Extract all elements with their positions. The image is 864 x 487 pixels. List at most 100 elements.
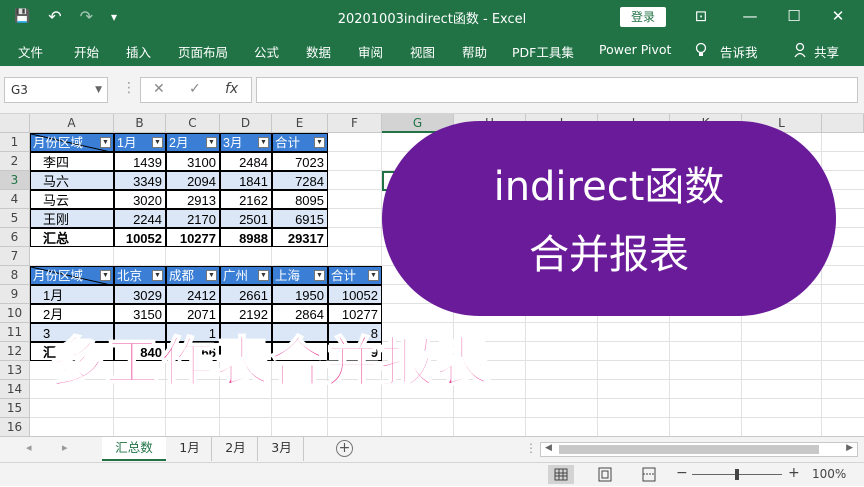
- row-header-1[interactable]: 1: [0, 133, 30, 152]
- table1-cell[interactable]: 3349: [114, 171, 166, 190]
- filter-dropdown-icon[interactable]: ▼: [258, 137, 269, 148]
- chevron-down-icon[interactable]: ▼: [95, 78, 102, 102]
- page-break-view-button[interactable]: [636, 465, 662, 484]
- tab-formulas[interactable]: 公式: [254, 42, 279, 61]
- cancel-icon[interactable]: ✕: [153, 81, 165, 97]
- scrollbar-thumb[interactable]: [559, 445, 819, 454]
- zoom-level[interactable]: 100%: [812, 467, 846, 481]
- tab-pdf-tools[interactable]: PDF工具集: [512, 42, 574, 61]
- tab-power-pivot[interactable]: Power Pivot: [599, 42, 671, 57]
- table2-header-cell[interactable]: 北京 ▼: [114, 266, 166, 285]
- filter-dropdown-icon[interactable]: ▼: [206, 137, 217, 148]
- lightbulb-icon[interactable]: [695, 42, 707, 61]
- table1-cell[interactable]: 李四: [30, 152, 114, 171]
- row-header-2[interactable]: 2: [0, 152, 30, 171]
- zoom-in-button[interactable]: +: [788, 465, 800, 481]
- close-button[interactable]: ✕: [823, 5, 853, 27]
- table1-cell[interactable]: 10052: [114, 228, 166, 247]
- table2-cell[interactable]: 1月: [30, 285, 114, 304]
- table1-cell[interactable]: 马六: [30, 171, 114, 190]
- table1-cell[interactable]: 2913: [166, 190, 220, 209]
- table1-cell[interactable]: 2170: [166, 209, 220, 228]
- col-header-a[interactable]: A: [30, 114, 114, 133]
- table2-header-cell[interactable]: 合计 ▼: [328, 266, 382, 285]
- sheet-tab-mar[interactable]: 3月: [260, 437, 304, 461]
- name-box[interactable]: G3 ▼: [4, 77, 108, 103]
- table1-cell[interactable]: 10277: [166, 228, 220, 247]
- table2-header-cell[interactable]: 上海 ▼: [272, 266, 328, 285]
- table1-cell[interactable]: 马云: [30, 190, 114, 209]
- filter-dropdown-icon[interactable]: ▼: [368, 270, 379, 281]
- tab-review[interactable]: 审阅: [358, 42, 383, 61]
- col-header-d[interactable]: D: [220, 114, 272, 133]
- zoom-out-button[interactable]: −: [676, 465, 688, 481]
- table1-cell[interactable]: 29317: [272, 228, 328, 247]
- tab-page-layout[interactable]: 页面布局: [178, 42, 228, 61]
- next-sheet-icon[interactable]: ▸: [62, 441, 68, 454]
- more-icon[interactable]: ⋮: [525, 441, 537, 455]
- table2-cell[interactable]: 2661: [220, 285, 272, 304]
- table1-cell[interactable]: 1841: [220, 171, 272, 190]
- row-header-16[interactable]: 16: [0, 418, 30, 436]
- table1-cell[interactable]: 8988: [220, 228, 272, 247]
- filter-dropdown-icon[interactable]: ▼: [100, 270, 111, 281]
- sheet-tab-summary[interactable]: 汇总数: [102, 437, 166, 461]
- enter-icon[interactable]: ✓: [189, 81, 201, 97]
- row-header-10[interactable]: 10: [0, 304, 30, 323]
- row-header-13[interactable]: 13: [0, 361, 30, 380]
- tab-home[interactable]: 开始: [74, 42, 99, 61]
- share-button[interactable]: 共享: [814, 42, 839, 61]
- table1-cell[interactable]: 汇总: [30, 228, 114, 247]
- col-header-c[interactable]: C: [166, 114, 220, 133]
- row-header-7[interactable]: 7: [0, 247, 30, 266]
- person-icon[interactable]: [794, 42, 808, 61]
- table2-header-cell[interactable]: 成都 ▼: [166, 266, 220, 285]
- col-header-m[interactable]: [822, 114, 864, 133]
- normal-view-button[interactable]: [548, 465, 574, 484]
- table1-cell[interactable]: 3020: [114, 190, 166, 209]
- row-header-9[interactable]: 9: [0, 285, 30, 304]
- table1-header-cell[interactable]: 2月 ▼: [166, 133, 220, 152]
- scroll-right-icon[interactable]: ▶: [846, 443, 853, 453]
- tab-data[interactable]: 数据: [306, 42, 331, 61]
- horizontal-scrollbar[interactable]: ◀ ▶: [540, 442, 858, 457]
- table2-cell[interactable]: 10277: [328, 304, 382, 323]
- filter-dropdown-icon[interactable]: ▼: [152, 137, 163, 148]
- add-sheet-icon[interactable]: +: [336, 440, 353, 457]
- table2-cell[interactable]: 3029: [114, 285, 166, 304]
- table1-cell[interactable]: 3100: [166, 152, 220, 171]
- col-header-f[interactable]: F: [328, 114, 382, 133]
- maximize-button[interactable]: ☐: [779, 5, 809, 27]
- tab-help[interactable]: 帮助: [462, 42, 487, 61]
- tell-me-label[interactable]: 告诉我: [720, 42, 758, 61]
- row-header-3[interactable]: 3: [0, 171, 30, 190]
- table2-cell[interactable]: 2071: [166, 304, 220, 323]
- table2-cell[interactable]: 2412: [166, 285, 220, 304]
- zoom-slider-thumb[interactable]: [735, 469, 739, 480]
- filter-dropdown-icon[interactable]: ▼: [314, 137, 325, 148]
- table1-header-cell[interactable]: 1月 ▼: [114, 133, 166, 152]
- row-header-12[interactable]: 12: [0, 342, 30, 361]
- filter-dropdown-icon[interactable]: ▼: [258, 270, 269, 281]
- login-button[interactable]: 登录: [620, 7, 666, 27]
- row-header-4[interactable]: 4: [0, 190, 30, 209]
- filter-dropdown-icon[interactable]: ▼: [152, 270, 163, 281]
- table1-cell[interactable]: 8095: [272, 190, 328, 209]
- table2-header-cell[interactable]: 月份区域 ▼: [30, 266, 114, 285]
- tab-file[interactable]: 文件: [18, 42, 43, 61]
- scroll-left-icon[interactable]: ◀: [545, 443, 552, 453]
- select-all-corner[interactable]: [0, 114, 30, 133]
- table2-cell[interactable]: 10052: [328, 285, 382, 304]
- prev-sheet-icon[interactable]: ◂: [26, 441, 32, 454]
- sheet-tab-jan[interactable]: 1月: [168, 437, 212, 461]
- filter-dropdown-icon[interactable]: ▼: [314, 270, 325, 281]
- table1-header-cell[interactable]: 合计 ▼: [272, 133, 328, 152]
- table2-cell[interactable]: 1950: [272, 285, 328, 304]
- minimize-button[interactable]: —: [735, 5, 765, 27]
- filter-dropdown-icon[interactable]: ▼: [100, 137, 111, 148]
- table2-cell[interactable]: 3150: [114, 304, 166, 323]
- row-header-14[interactable]: 14: [0, 380, 30, 399]
- table1-cell[interactable]: 6915: [272, 209, 328, 228]
- ribbon-display-options-icon[interactable]: ⊡: [686, 5, 716, 27]
- table2-cell[interactable]: 2864: [272, 304, 328, 323]
